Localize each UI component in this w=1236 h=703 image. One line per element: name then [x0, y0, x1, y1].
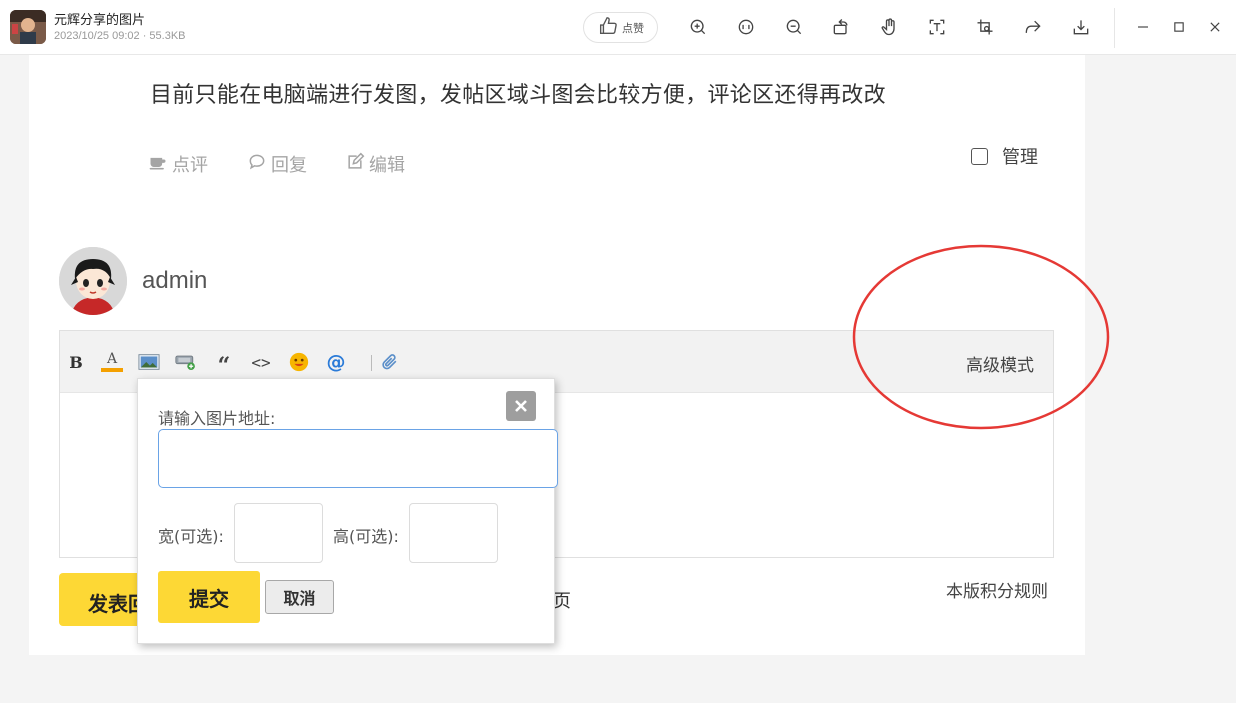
- image-icon[interactable]: [138, 350, 160, 374]
- width-label: 宽(可选):: [158, 527, 224, 546]
- viewer-titlebar: 元辉分享的图片 2023/10/25 09:02 · 55.3KB 点赞: [0, 0, 1236, 55]
- comment-label: 点评: [172, 155, 208, 176]
- attach-image-icon[interactable]: [175, 350, 197, 374]
- username[interactable]: admin: [142, 267, 207, 295]
- image-url-dialog: 请输入图片地址: 宽(可选): 高(可选): 提交 取消: [137, 378, 558, 644]
- reply-label: 回复: [271, 155, 307, 176]
- actual-size-icon[interactable]: [735, 16, 757, 38]
- reply-action[interactable]: 回复: [247, 151, 307, 177]
- rotate-icon[interactable]: [830, 16, 852, 38]
- maximize-icon[interactable]: [1168, 16, 1190, 38]
- close-x-icon: [515, 400, 527, 412]
- toolbar-divider: [371, 355, 372, 371]
- thumbs-up-icon: [597, 15, 619, 40]
- font-color-icon[interactable]: A: [101, 350, 123, 374]
- dialog-submit-button[interactable]: 提交: [158, 571, 260, 623]
- font-color-bar: [101, 368, 123, 372]
- edit-action[interactable]: 编辑: [345, 151, 405, 177]
- crop-icon[interactable]: [974, 16, 996, 38]
- width-input[interactable]: [234, 503, 323, 563]
- at-icon[interactable]: @: [325, 350, 347, 374]
- edit-icon: [345, 152, 365, 177]
- post-reply-button[interactable]: 发表回复: [59, 573, 149, 626]
- manage-label: 管理: [1002, 147, 1038, 168]
- download-icon[interactable]: [1070, 16, 1092, 38]
- zoom-out-icon[interactable]: [783, 16, 805, 38]
- post-content: 目前只能在电脑端进行发图，发帖区域斗图会比较方便，评论区还得再改改: [150, 83, 886, 108]
- height-label: 高(可选):: [333, 527, 399, 546]
- quote-glyph: “: [217, 353, 231, 379]
- manage-checkbox[interactable]: [971, 147, 988, 165]
- like-label: 点赞: [622, 21, 644, 35]
- share-icon[interactable]: [1022, 16, 1044, 38]
- text-recognize-icon[interactable]: [926, 16, 948, 38]
- code-glyph: <>: [251, 352, 271, 372]
- red-annotation-circle: [852, 244, 1110, 430]
- dialog-close-button[interactable]: [506, 391, 536, 421]
- bold-glyph: B: [69, 352, 83, 372]
- minimize-icon[interactable]: [1132, 16, 1154, 38]
- dialog-cancel-button[interactable]: 取消: [265, 580, 334, 614]
- like-button[interactable]: 点赞: [583, 12, 658, 43]
- code-icon[interactable]: <>: [250, 350, 272, 374]
- board-rules-link[interactable]: 本版积分规则: [946, 577, 1048, 602]
- speech-bubble-icon: [247, 152, 267, 177]
- bold-icon[interactable]: B: [65, 350, 87, 374]
- image-url-input[interactable]: [158, 429, 558, 488]
- height-input[interactable]: [409, 503, 498, 563]
- titlebar-divider: [1114, 8, 1115, 48]
- image-url-label: 请输入图片地址:: [158, 409, 276, 428]
- viewer-title: 元辉分享的图片: [54, 13, 146, 28]
- sharer-avatar: [10, 10, 46, 44]
- quote-icon[interactable]: “: [213, 350, 235, 379]
- coffee-icon: [148, 152, 168, 177]
- user-avatar: [59, 247, 127, 315]
- close-icon[interactable]: [1204, 16, 1226, 38]
- zoom-in-icon[interactable]: [687, 16, 709, 38]
- hand-icon[interactable]: [878, 16, 900, 38]
- image-meta: 2023/10/25 09:02 · 55.3KB: [54, 30, 186, 42]
- page-text-fragment: 页: [553, 591, 571, 612]
- emoji-icon[interactable]: [288, 350, 310, 374]
- at-glyph: @: [326, 351, 346, 373]
- comment-action[interactable]: 点评: [148, 151, 208, 177]
- font-color-glyph: A: [106, 351, 118, 367]
- edit-label: 编辑: [369, 155, 405, 176]
- attachment-icon[interactable]: [379, 350, 401, 374]
- manage-option[interactable]: 管理: [971, 143, 1038, 169]
